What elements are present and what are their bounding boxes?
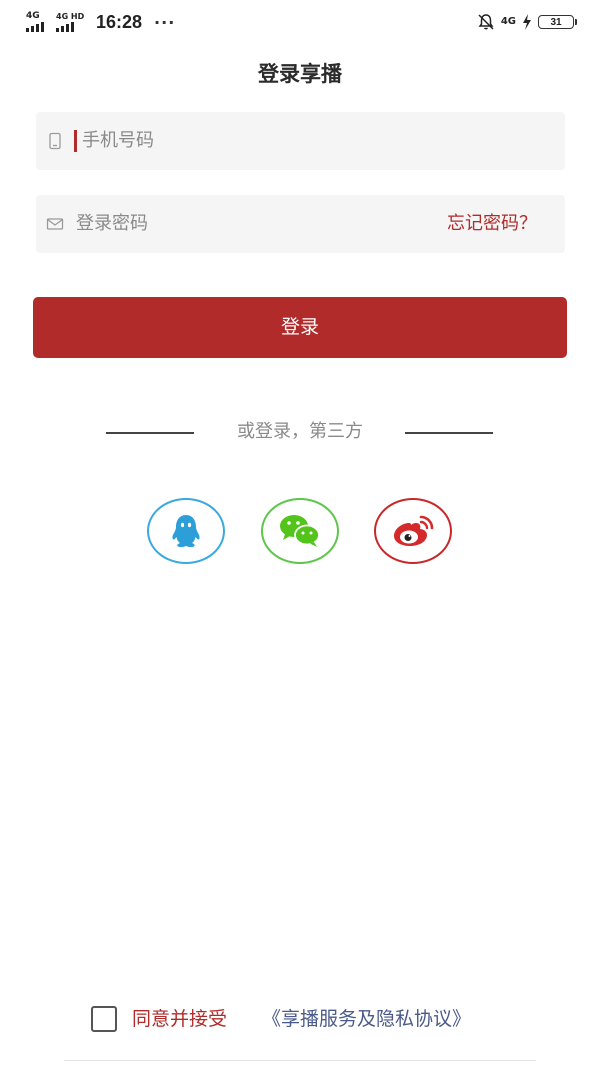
divider-line-right — [405, 432, 493, 434]
phone-placeholder: 手机号码 — [82, 130, 154, 151]
third-party-divider: 或登录，第三方 — [0, 418, 600, 448]
agreement-checkbox[interactable] — [91, 1006, 117, 1032]
password-placeholder: 登录密码 — [76, 213, 148, 234]
battery-level: 31 — [550, 16, 562, 28]
privacy-agreement-link[interactable]: 《享播服务及隐私协议》 — [262, 1004, 471, 1034]
qq-login-button[interactable] — [147, 498, 225, 564]
sim2-signal: 4G HD — [56, 12, 86, 32]
phone-input[interactable]: 手机号码 — [36, 112, 565, 170]
login-button[interactable]: 登录 — [33, 297, 567, 358]
more-notifications-indicator: ··· — [154, 12, 176, 32]
sim1-network-label: 4G — [26, 11, 40, 21]
password-input[interactable]: 登录密码 忘记密码？ — [36, 195, 565, 253]
status-right: 4G 31 — [477, 12, 577, 32]
battery-icon: 31 — [538, 15, 577, 29]
weibo-login-button[interactable] — [374, 498, 452, 564]
qq-penguin-icon — [172, 515, 200, 548]
page-title: 登录享播 — [258, 62, 342, 86]
wechat-icon — [280, 515, 320, 547]
divider-line-left — [106, 432, 194, 434]
weibo-icon — [394, 515, 434, 546]
agree-label: 同意并接受 — [132, 1008, 228, 1030]
phone-icon — [49, 132, 61, 150]
status-bar: 4G 4G HD 16:28 ··· 4G 31 — [0, 0, 600, 44]
signal-bars-icon — [26, 22, 44, 32]
signal-bars-icon — [56, 22, 74, 32]
charging-bolt-icon — [523, 14, 531, 30]
third-party-label: 或登录，第三方 — [237, 421, 363, 442]
status-left: 4G 4G HD 16:28 ··· — [26, 10, 175, 34]
text-cursor — [74, 130, 77, 152]
envelope-icon — [46, 218, 64, 230]
sim1-signal: 4G — [26, 12, 50, 32]
sim2-network-label: 4G HD — [56, 12, 85, 21]
forgot-password-link[interactable]: 忘记密码？ — [447, 195, 537, 253]
right-network-label: 4G — [500, 16, 516, 27]
status-time: 16:28 — [96, 11, 143, 32]
mute-bell-icon — [478, 14, 494, 30]
wechat-login-button[interactable] — [261, 498, 339, 564]
agreement-row: 同意并接受 《享播服务及隐私协议》 — [0, 1004, 600, 1034]
